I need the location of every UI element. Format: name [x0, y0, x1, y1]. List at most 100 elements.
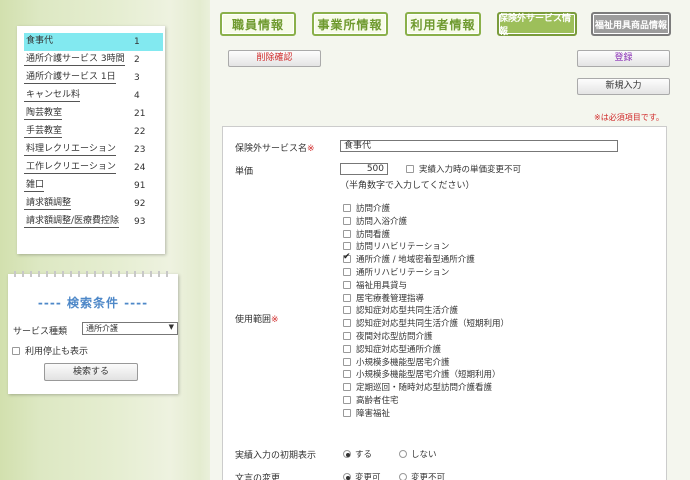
- delete-confirm-button[interactable]: 削除確認: [228, 50, 321, 67]
- scope-option-label: 訪問介護: [356, 204, 391, 214]
- scope-option-checkbox[interactable]: [343, 204, 351, 212]
- scope-option-checkbox[interactable]: [343, 306, 351, 315]
- search-button[interactable]: 検索する: [44, 363, 138, 381]
- scope-option-row[interactable]: 訪問入浴介護: [343, 215, 407, 227]
- scope-option-checkbox[interactable]: [343, 293, 351, 302]
- list-item-label: 食事代: [26, 36, 54, 46]
- list-item[interactable]: 陶芸教室 21: [24, 105, 163, 123]
- initial-display-no-row[interactable]: しない: [399, 448, 437, 460]
- initial-display-no-label: しない: [411, 450, 437, 460]
- show-stopped-checkbox[interactable]: [12, 346, 20, 355]
- service-name-input[interactable]: 食事代: [340, 140, 618, 152]
- scope-option-label: 小規模多機能型居宅介護: [356, 357, 450, 368]
- scope-option-row[interactable]: 定期巡回・随時対応型訪問介護看護: [343, 381, 492, 393]
- scope-option-row[interactable]: 高齢者住宅: [343, 394, 399, 406]
- scope-option-label: 高齢者住宅: [356, 396, 399, 406]
- scope-option-checkbox[interactable]: [343, 357, 351, 366]
- tab-staff-info[interactable]: 職員情報: [220, 12, 296, 36]
- scope-option-checkbox[interactable]: [343, 252, 351, 264]
- scope-option-label: 小規模多機能型居宅介護（短期利用）: [356, 370, 501, 381]
- required-note: ※は必須項目です。: [594, 113, 664, 122]
- list-item[interactable]: 手芸教室 22: [24, 123, 163, 141]
- list-item-number: 2: [134, 55, 140, 65]
- service-list-panel: 食事代 1 通所介護サービス 3時間 2 通所介護サービス 1日 3 キャンセル…: [17, 26, 165, 254]
- allow-price-change-checkbox[interactable]: [406, 165, 414, 173]
- scope-option-checkbox[interactable]: [343, 396, 351, 404]
- list-item[interactable]: 請求額調整 92: [24, 195, 163, 213]
- initial-display-label: 実績入力の初期表示: [235, 451, 317, 461]
- initial-display-no-radio[interactable]: [399, 450, 407, 458]
- scope-option-row[interactable]: 福祉用具貸与: [343, 279, 407, 291]
- text-change-disallowed-label: 変更不可: [411, 473, 446, 480]
- text-change-allowed-row[interactable]: 変更可: [343, 471, 381, 480]
- unit-price-input[interactable]: 500: [340, 163, 388, 175]
- list-item[interactable]: 工作レクリエーション 24: [24, 159, 163, 177]
- list-item[interactable]: 食事代 1: [24, 33, 163, 51]
- scope-option-checkbox[interactable]: [343, 383, 351, 392]
- service-type-value: 通所介護: [86, 324, 118, 333]
- scope-option-row[interactable]: 小規模多機能型居宅介護（短期利用）: [343, 368, 501, 380]
- scope-option-row[interactable]: 認知症対応型共同生活介護（短期利用）: [343, 317, 509, 329]
- list-item-number: 1: [134, 37, 140, 47]
- list-item[interactable]: 料理レクリエーション 23: [24, 141, 163, 159]
- tab-welfare-product-info[interactable]: 福祉用具商品情報: [591, 12, 671, 36]
- list-item-number: 93: [134, 217, 146, 227]
- initial-display-yes-label: する: [355, 450, 373, 460]
- list-item-label: 料理レクリエーション: [24, 144, 116, 156]
- list-item[interactable]: 通所介護サービス 3時間 2: [24, 51, 163, 69]
- text-change-allowed-radio[interactable]: [343, 473, 351, 480]
- list-item-number: 92: [134, 199, 146, 209]
- unit-price-label: 単価: [235, 167, 254, 177]
- scope-option-label: 福祉用具貸与: [356, 280, 408, 291]
- list-item[interactable]: 雑口 91: [24, 177, 163, 195]
- scope-option-row[interactable]: 訪問介護: [343, 202, 390, 214]
- register-button[interactable]: 登録: [577, 50, 670, 67]
- text-change-disallowed-row[interactable]: 変更不可: [399, 471, 445, 480]
- scope-option-row[interactable]: 居宅療養管理指導: [343, 292, 424, 304]
- scope-option-row[interactable]: 通所介護 / 地域密着型通所介護: [343, 252, 475, 266]
- scope-option-checkbox[interactable]: [343, 229, 351, 238]
- tab-user-info[interactable]: 利用者情報: [405, 12, 481, 36]
- initial-display-yes-radio[interactable]: [343, 450, 351, 458]
- allow-price-change-row[interactable]: 実績入力時の単価変更不可: [406, 163, 521, 175]
- scope-option-row[interactable]: 訪問リハビリテーション: [343, 240, 449, 252]
- scope-option-row[interactable]: 小規模多機能型居宅介護: [343, 356, 450, 368]
- half-width-note: （半角数字で入力してください）: [340, 181, 475, 191]
- show-stopped-checkbox-row[interactable]: 利用停止も表示: [12, 344, 88, 357]
- list-item-number: 4: [134, 91, 140, 101]
- list-item[interactable]: 通所介護サービス 1日 3: [24, 69, 163, 87]
- scope-option-checkbox[interactable]: [343, 370, 351, 379]
- scope-option-checkbox[interactable]: [343, 408, 351, 417]
- list-item[interactable]: 請求額調整/医療費控除 93: [24, 213, 163, 231]
- scope-option-checkbox[interactable]: [343, 332, 351, 340]
- list-item-number: 22: [134, 127, 146, 137]
- scope-option-row[interactable]: 夜間対応型訪問介護: [343, 330, 433, 342]
- initial-display-yes-row[interactable]: する: [343, 448, 372, 460]
- text-change-disallowed-radio[interactable]: [399, 473, 407, 480]
- show-stopped-label: 利用停止も表示: [25, 347, 89, 357]
- scope-option-checkbox[interactable]: [343, 242, 351, 251]
- list-item-label: 陶芸教室: [24, 108, 63, 120]
- list-item-label: 請求額調整/医療費控除: [24, 216, 120, 228]
- scope-option-checkbox[interactable]: [343, 319, 351, 328]
- search-title: ---- 検索条件 ----: [37, 296, 149, 310]
- new-entry-button[interactable]: 新規入力: [577, 78, 670, 95]
- scope-option-row[interactable]: 認知症対応型共同生活介護: [343, 304, 458, 316]
- list-item-label: 工作レクリエーション: [24, 162, 116, 174]
- dropdown-arrow-icon: ▼: [168, 323, 174, 331]
- scope-option-row[interactable]: 障害福祉: [343, 407, 390, 419]
- scope-option-checkbox[interactable]: [343, 280, 351, 289]
- scope-option-label: 通所介護 / 地域密着型通所介護: [356, 255, 475, 266]
- scope-option-row[interactable]: 認知症対応型通所介護: [343, 343, 441, 355]
- scope-option-label: 訪問看護: [356, 229, 391, 240]
- list-item[interactable]: キャンセル料 4: [24, 87, 163, 105]
- tab-uninsured-service-info[interactable]: 保険外サービス情報: [497, 12, 577, 37]
- scope-option-row[interactable]: 通所リハビリテーション: [343, 266, 449, 278]
- list-item-number: 21: [134, 109, 146, 119]
- scope-option-checkbox[interactable]: [343, 216, 351, 225]
- tab-office-info[interactable]: 事業所情報: [312, 12, 388, 36]
- scope-option-row[interactable]: 訪問看護: [343, 228, 390, 240]
- scope-option-checkbox[interactable]: [343, 268, 351, 276]
- service-type-select[interactable]: 通所介護 ▼: [82, 322, 178, 335]
- scope-option-checkbox[interactable]: [343, 344, 351, 353]
